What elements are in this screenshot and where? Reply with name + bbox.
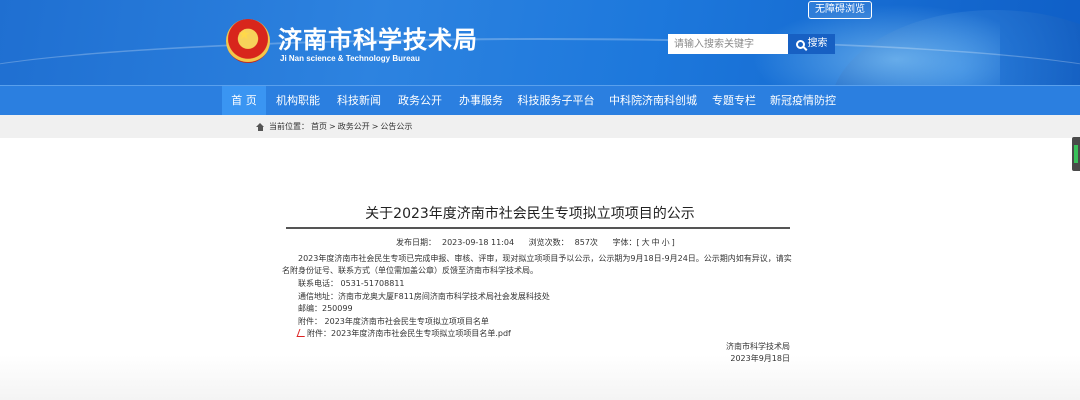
- breadcrumb-item-government-affairs[interactable]: 政务公开: [338, 121, 370, 132]
- publish-date-label: 发布日期： 2023-09-18 11:04: [396, 238, 515, 247]
- contact-phone: 联系电话： 0531-51708811: [298, 279, 405, 288]
- font-large-button[interactable]: 大: [642, 238, 650, 247]
- pdf-icon: [298, 328, 306, 336]
- site-title[interactable]: 济南市科学技术局: [278, 20, 478, 55]
- page-bottom-fade: [0, 355, 1080, 400]
- breadcrumb-item-announcements[interactable]: 公告公示: [380, 121, 412, 132]
- font-small-button[interactable]: 小: [662, 238, 670, 247]
- title-divider: [286, 227, 790, 229]
- accessibility-button[interactable]: 无障碍浏览: [808, 1, 872, 19]
- nav-item-covid-prevention[interactable]: 新冠疫情防控: [768, 86, 838, 116]
- signature-date: 2023年9月18日: [730, 354, 790, 363]
- breadcrumb: 当前位置： 首页 > 政务公开 > 公告公示: [256, 121, 412, 132]
- search-button[interactable]: 搜索: [788, 34, 835, 54]
- nav-item-special-topics[interactable]: 专题专栏: [708, 86, 760, 116]
- nav-item-government-affairs[interactable]: 政务公开: [394, 86, 446, 116]
- nav-item-cas-innovation-city[interactable]: 中科院济南科创城: [607, 86, 699, 116]
- nav-item-organization[interactable]: 机构职能: [272, 86, 324, 116]
- breadcrumb-item-home[interactable]: 首页: [311, 121, 327, 132]
- search-button-label: 搜索: [807, 38, 828, 49]
- breadcrumb-prefix: 当前位置：: [269, 122, 309, 131]
- search-input[interactable]: [668, 34, 788, 54]
- nav-item-news[interactable]: 科技新闻: [332, 86, 386, 116]
- attachment-text: 附件： 2023年度济南市社会民生专项拟立项项目名单: [298, 317, 489, 326]
- home-icon: [256, 122, 265, 131]
- contact-postcode: 邮编：250099: [298, 304, 353, 313]
- site-subtitle: Ji Nan science & Technology Bureau: [280, 54, 420, 63]
- article-title: 关于2023年度济南市社会民生专项拟立项项目的公示: [365, 206, 695, 222]
- view-count: 浏览次数： 857次: [528, 238, 598, 247]
- font-medium-button[interactable]: 中: [652, 238, 660, 247]
- signature-organization: 济南市科学技术局: [726, 342, 790, 351]
- nav-item-sci-tech-platform[interactable]: 科技服务子平台: [516, 86, 596, 116]
- national-emblem-logo: ★: [226, 19, 270, 63]
- attachment-link[interactable]: 附件：2023年度济南市社会民生专项拟立项项目名单.pdf: [298, 328, 511, 340]
- search-icon: [795, 39, 805, 49]
- site-header: ★ 济南市科学技术局 Ji Nan science & Technology B…: [0, 0, 1080, 85]
- main-nav: 首 页 机构职能 科技新闻 政务公开 办事服务 科技服务子平台 中科院济南科创城…: [0, 85, 1080, 116]
- breadcrumb-separator: >: [329, 122, 336, 131]
- article-meta: 发布日期： 2023-09-18 11:04 浏览次数： 857次 字体：[大中小]: [396, 237, 683, 248]
- font-size-controls: 字体：[大中小]: [612, 238, 675, 247]
- nav-item-services[interactable]: 办事服务: [455, 86, 507, 116]
- contact-address: 通信地址：济南市龙奥大厦F811房间济南市科学技术局社会发展科技处: [298, 292, 550, 301]
- article-paragraph: 2023年度济南市社会民生专项已完成申报、审核、评审，现对拟立项项目予以公示，公…: [282, 254, 792, 275]
- nav-item-home[interactable]: 首 页: [222, 86, 266, 116]
- breadcrumb-bar: 当前位置： 首页 > 政务公开 > 公告公示: [0, 115, 1080, 138]
- side-tool-tab[interactable]: [1072, 137, 1080, 171]
- breadcrumb-separator: >: [371, 122, 379, 131]
